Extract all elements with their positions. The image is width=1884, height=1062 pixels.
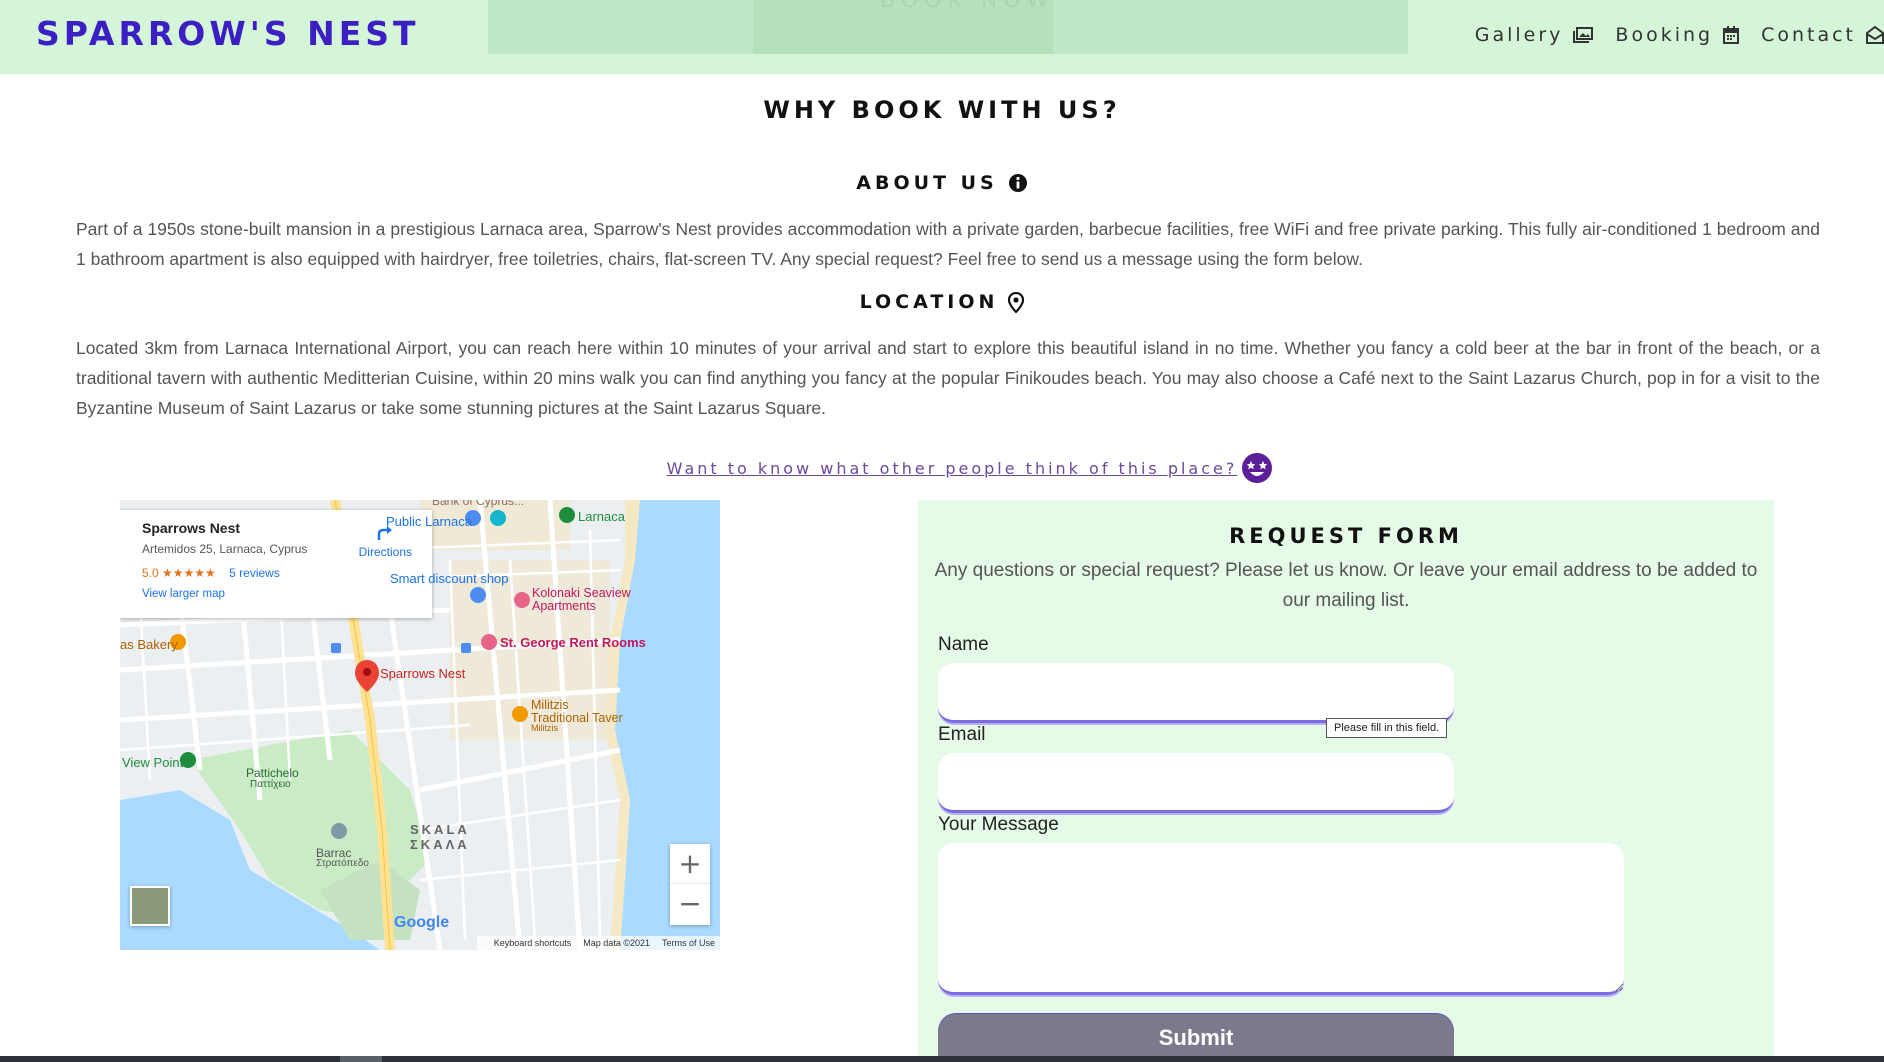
map-reviews-link[interactable]: 5 reviews xyxy=(229,566,280,580)
directions-button[interactable]: Directions xyxy=(359,524,412,559)
reviews-link[interactable]: Want to know what other people think of … xyxy=(667,459,1238,478)
map-label-bakery: as Bakery xyxy=(120,637,178,652)
hero-book-now-button[interactable]: BOOK NOW xyxy=(880,0,1054,13)
directions-label: Directions xyxy=(358,545,412,559)
submit-button[interactable]: Submit xyxy=(938,1014,1454,1062)
map-label-militzis-3: Militzis xyxy=(531,723,558,733)
brand-logo[interactable]: SPARROW'S NEST xyxy=(36,14,420,53)
location-text: Located 3km from Larnaca International A… xyxy=(76,338,1820,418)
zoom-out-button[interactable]: − xyxy=(670,884,710,924)
site-header: SPARROW'S NEST BOOK NOW Gallery Booking xyxy=(0,0,1884,74)
about-us-heading: ABOUT US xyxy=(0,172,1884,194)
message-textarea[interactable] xyxy=(938,843,1624,995)
map-footer: Keyboard shortcuts Map data ©2021 Terms … xyxy=(476,936,720,950)
nav-gallery-label: Gallery xyxy=(1474,24,1564,46)
info-icon xyxy=(1008,174,1027,192)
map-label-kolonaki-2: Apartments xyxy=(532,599,596,613)
horizontal-scrollbar[interactable] xyxy=(0,1056,1884,1062)
request-form-panel: REQUEST FORM Any questions or special re… xyxy=(918,500,1774,1062)
why-book-heading: WHY BOOK WITH US? xyxy=(763,96,1121,124)
map-label-st-george: St. George Rent Rooms xyxy=(500,635,646,650)
map-data-text: Map data ©2021 xyxy=(583,938,650,948)
calendar-icon xyxy=(1723,26,1740,44)
main-nav: Gallery Booking Contact xyxy=(1453,24,1884,46)
nav-booking-label: Booking xyxy=(1615,24,1714,46)
location-title: LOCATION xyxy=(859,291,999,313)
nav-booking[interactable]: Booking xyxy=(1615,24,1740,46)
map-label-kolonaki-1: Kolonaki Seaview xyxy=(532,586,631,600)
request-form-title: REQUEST FORM xyxy=(1229,524,1463,548)
message-label: Your Message xyxy=(938,814,1059,835)
envelope-icon xyxy=(1866,26,1884,44)
name-input[interactable] xyxy=(938,663,1454,723)
reviews-link-row: Want to know what other people think of … xyxy=(0,452,1884,484)
validation-tooltip: Please fill in this field. xyxy=(1326,718,1448,738)
terms-of-use-link[interactable]: Terms of Use xyxy=(662,938,715,948)
map-label-smart-discount: Smart discount shop xyxy=(390,571,509,586)
map-label-bank: Bank of Cyprus... xyxy=(432,500,525,508)
star-struck-emoji-icon xyxy=(1242,453,1273,483)
about-us-text: Part of a 1950s stone-built mansion in a… xyxy=(76,219,1820,269)
map-label-skala-2: ΣΚΑΛΑ xyxy=(410,837,470,852)
email-input[interactable] xyxy=(938,753,1454,813)
about-us-title: ABOUT US xyxy=(856,172,998,194)
gallery-icon xyxy=(1573,27,1594,43)
map-rating-stars: 5.0 ★★★★★ xyxy=(142,566,216,580)
map-label-barracks-2: Στρατόπεδο xyxy=(316,858,369,869)
nav-gallery[interactable]: Gallery xyxy=(1475,24,1594,46)
satellite-toggle[interactable] xyxy=(130,886,170,926)
request-form-description: Any questions or special request? Please… xyxy=(934,560,1758,611)
view-larger-map-link[interactable]: View larger map xyxy=(142,588,410,600)
map-marker-icon xyxy=(1008,291,1025,313)
map-label-sparrows-nest: Sparrows Nest xyxy=(380,666,466,681)
map-label-larnaca: Larnaca xyxy=(578,509,625,524)
scrollbar-thumb[interactable] xyxy=(340,1056,382,1062)
map-label-view-point: View Point xyxy=(122,755,184,770)
embedded-map[interactable]: Sparrows Nest Artemidos 25, Larnaca, Cyp… xyxy=(120,500,720,950)
map-rating: 5.0 ★★★★★ 5 reviews xyxy=(142,566,410,580)
map-label-public-larnaca: Public Larnaca xyxy=(386,514,472,529)
map-label-skala-1: SKALA xyxy=(410,822,470,837)
zoom-in-button[interactable]: + xyxy=(670,844,710,884)
keyboard-shortcuts-link[interactable]: Keyboard shortcuts xyxy=(494,938,572,948)
name-label: Name xyxy=(938,634,989,655)
nav-contact-label: Contact xyxy=(1761,24,1856,46)
google-logo: Google xyxy=(394,914,450,931)
nav-contact[interactable]: Contact xyxy=(1761,24,1884,46)
location-heading: LOCATION xyxy=(0,291,1884,313)
map-label-militzis-1: Militzis xyxy=(531,698,569,712)
map-zoom-controls: + − xyxy=(670,844,710,925)
hero-image-strip: BOOK NOW xyxy=(488,0,1408,54)
map-label-pattichelo-2: Παττίχειο xyxy=(250,779,291,790)
email-label: Email xyxy=(938,724,986,745)
map-label-pattichelo-1: Pattichelo xyxy=(246,766,299,780)
